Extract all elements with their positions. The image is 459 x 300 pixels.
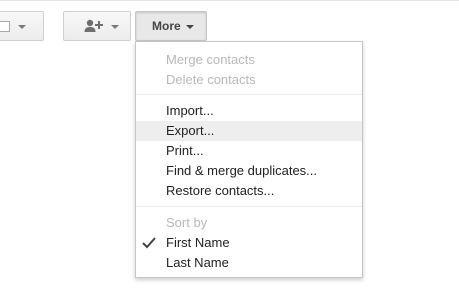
menu-item-delete-contacts[interactable]: Delete contacts bbox=[136, 70, 362, 90]
checkmark-icon bbox=[142, 237, 156, 249]
menu-item-print[interactable]: Print... bbox=[136, 141, 362, 161]
add-person-button[interactable] bbox=[63, 11, 131, 41]
more-button-label: More bbox=[152, 19, 181, 33]
menu-item-find-merge-duplicates[interactable]: Find & merge duplicates... bbox=[136, 161, 362, 181]
checkbox-icon[interactable] bbox=[0, 21, 10, 32]
menu-separator bbox=[136, 206, 362, 207]
chevron-down-icon bbox=[186, 25, 194, 29]
menu-item-first-name[interactable]: First Name bbox=[136, 233, 362, 253]
add-person-icon bbox=[84, 19, 103, 32]
chevron-down-icon bbox=[18, 25, 26, 29]
toolbar-divider bbox=[0, 0, 459, 1]
menu-section-sort-by: Sort by bbox=[166, 215, 208, 230]
menu-item-last-name[interactable]: Last Name bbox=[136, 253, 362, 273]
menu-item-import[interactable]: Import... bbox=[136, 101, 362, 121]
more-dropdown-menu: Merge contacts Delete contacts Import...… bbox=[135, 41, 363, 278]
menu-item-restore-contacts[interactable]: Restore contacts... bbox=[136, 181, 362, 201]
menu-item-merge-contacts[interactable]: Merge contacts bbox=[136, 50, 362, 70]
menu-item-export[interactable]: Export... bbox=[136, 121, 362, 141]
menu-item-first-name-label: First Name bbox=[166, 235, 230, 250]
select-button[interactable] bbox=[0, 11, 44, 41]
chevron-down-icon bbox=[111, 25, 119, 29]
menu-separator bbox=[136, 94, 362, 95]
more-button[interactable]: More bbox=[135, 11, 207, 41]
